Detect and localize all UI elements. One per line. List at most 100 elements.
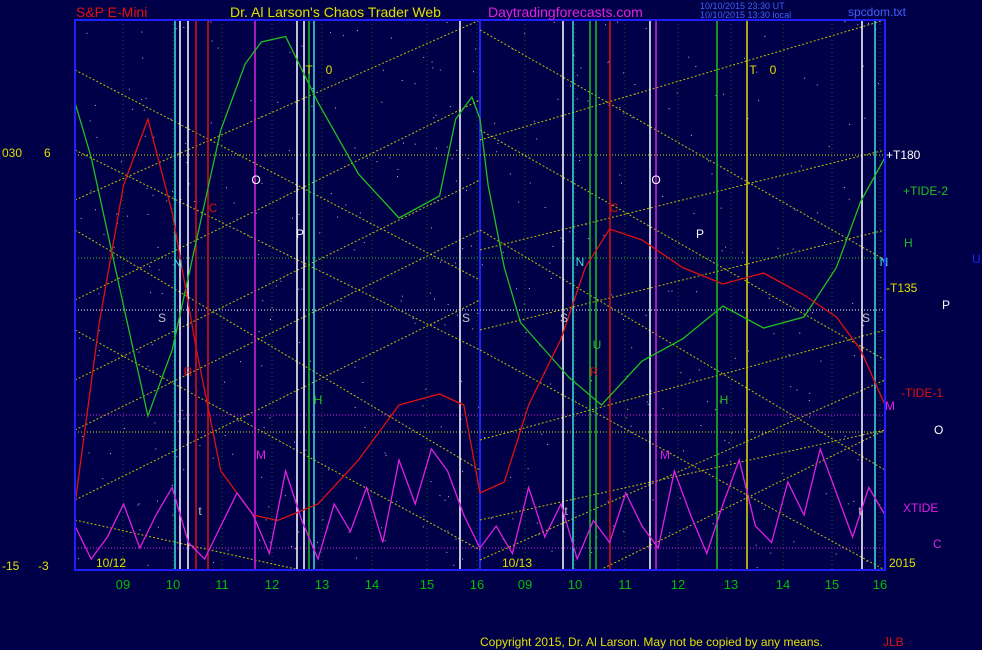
star-dot [560,237,562,239]
star-dot [630,425,632,427]
star-dot [848,198,850,200]
star-dot [773,333,775,335]
diagonal-line [74,99,481,301]
star-dot [213,562,215,564]
star-dot [512,518,514,520]
diagonal-line [599,429,886,571]
diagonal-line [479,379,886,561]
star-dot [389,157,391,159]
star-dot [402,142,404,144]
star-dot [536,522,538,524]
diagonal-line [74,229,481,471]
star-dot [412,317,414,319]
star-dot [194,201,196,203]
star-dot [291,546,293,548]
star-dot [462,248,464,250]
star-dot [622,318,624,320]
star-dot [116,213,118,215]
star-dot [172,190,174,192]
star-dot [157,246,159,248]
star-dot [90,190,92,192]
star-dot [631,347,633,349]
star-dot [211,40,213,42]
star-dot [706,401,708,403]
star-dot [844,21,846,23]
star-dot [809,392,811,394]
star-dot [790,386,792,388]
planet-marker: N [174,257,183,271]
star-dot [157,500,159,502]
diagonal-line [74,69,481,281]
star-dot [238,420,240,422]
star-dot [98,330,100,332]
star-dot [862,65,864,67]
star-dot [536,138,538,140]
star-dot [449,106,451,108]
star-dot [770,552,772,554]
star-dot [481,264,483,266]
star-dot [401,79,403,81]
star-dot [353,249,355,251]
star-dot [96,136,98,138]
star-dot [113,246,115,248]
star-dot [868,22,869,24]
star-dot [587,100,589,102]
star-dot [376,161,378,163]
star-dot [157,526,159,528]
star-dot [185,143,187,145]
planet-marker: S [462,311,470,325]
planet-marker: R [184,365,193,379]
star-dot [181,409,183,411]
star-dot [527,468,529,470]
star-dot [385,454,387,456]
planet-marker: t [198,504,202,518]
star-dot [825,493,827,495]
star-dot [309,360,311,362]
star-dot [688,56,690,58]
star-dot [298,288,300,290]
star-dot [502,309,504,311]
star-dot [579,159,581,161]
star-dot [611,294,613,296]
star-dot [495,151,497,153]
star-dot [175,28,177,30]
star-dot [356,30,358,32]
star-dot [617,21,619,23]
star-dot [605,24,607,26]
star-dot [120,161,122,163]
planet-marker: 0 [770,63,777,77]
instrument-label: S&P E-Mini [76,4,148,20]
planet-marker: U [593,338,602,352]
star-dot [453,564,455,566]
star-dot [619,106,621,108]
star-dot [490,517,492,519]
star-dot [158,269,160,271]
left-scale-top-b: 6 [44,146,51,160]
star-dot [429,292,431,294]
star-dot [269,541,271,543]
star-dot [541,433,543,435]
star-dot [239,361,241,363]
star-dot [455,180,457,182]
data-file-label: spcdom.txt [848,5,907,19]
star-dot [721,250,723,252]
planet-marker: S [560,311,568,325]
site-link[interactable]: Daytradingforecasts.com [488,4,643,20]
star-dot [645,28,647,30]
star-dot [145,97,147,99]
star-dot [446,22,448,24]
star-dot [78,558,80,560]
star-dot [423,56,425,58]
star-dot [456,149,458,151]
star-dot [690,134,692,136]
star-dot [354,407,356,409]
star-dot [217,47,219,49]
star-dot [550,277,552,279]
star-dot [422,526,424,528]
star-dot [434,298,435,300]
star-dot [98,293,100,295]
star-dot [397,168,399,170]
star-dot [853,355,855,357]
star-dot [152,370,154,372]
star-dot [715,95,717,97]
